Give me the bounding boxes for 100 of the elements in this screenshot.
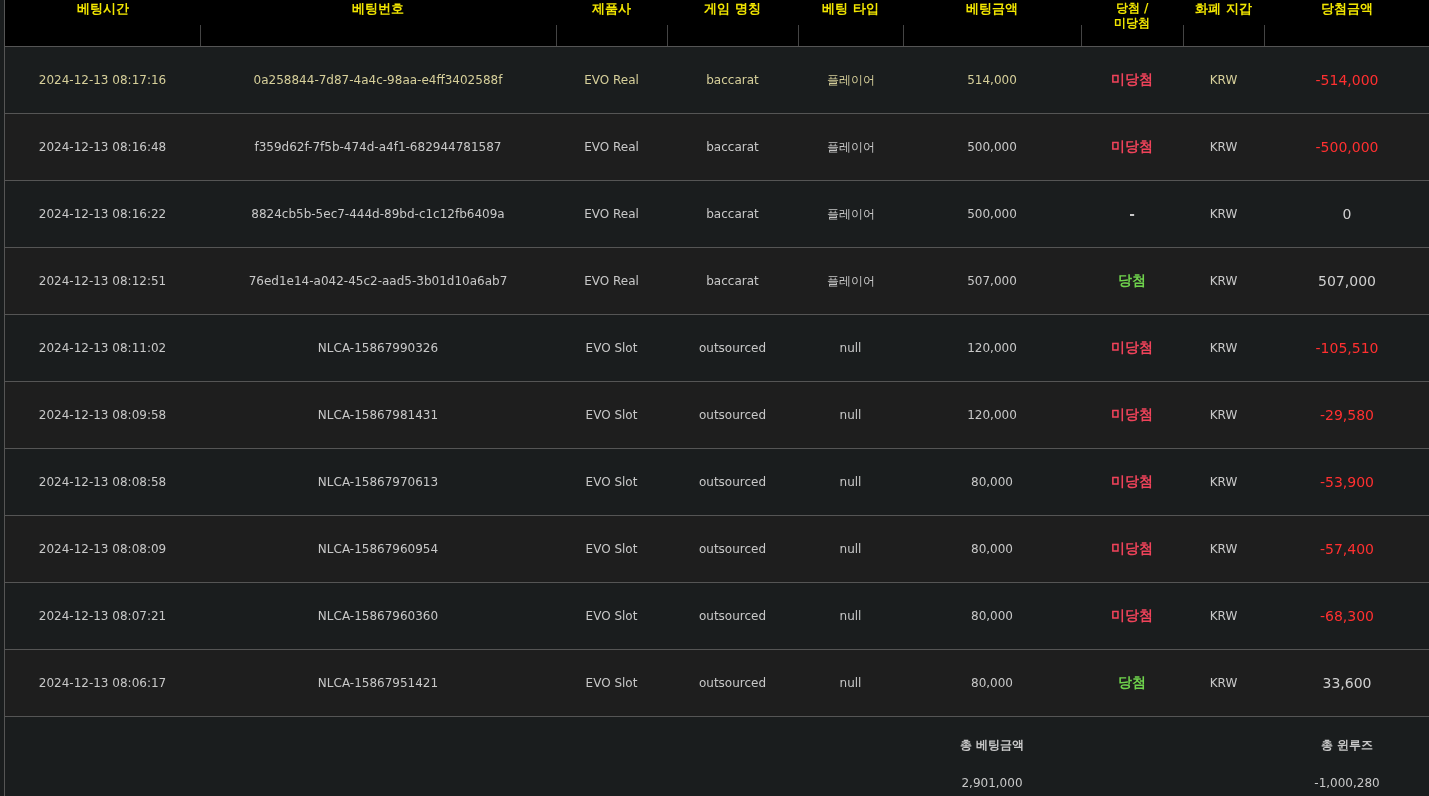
win-amount-cell-text: -29,580 [1318,407,1375,423]
table-cell-text: EVO Slot [584,542,639,556]
win-amount-cell-text: 0 [1341,206,1353,222]
table-cell-text: KRW [1208,341,1239,355]
column-header: 베팅번호 [200,0,556,46]
total-winloss-label: 총 윈루즈 [1319,737,1375,754]
table-row[interactable]: 2024-12-13 08:08:09 NLCA-15867960954 EVO Slot outsourced null 80,000 미당첨 KRW -57,400 [5,516,1429,583]
table-cell-text: 507,000 [966,274,1018,288]
column-header: 베팅금액 [903,0,1081,46]
table-cell-text: 2024-12-13 08:17:16 [37,73,168,87]
table-cell-text: null [838,609,863,623]
table-cell-text: 8824cb5b-5ec7-444d-89bd-c1c12fb6409a [250,207,506,221]
table-cell-text: KRW [1208,609,1239,623]
table-cell-text: KRW [1208,140,1239,154]
table-cell-text: EVO Real [583,207,640,221]
column-header: 베팅시간 [75,0,130,18]
table-row[interactable]: 2024-12-13 08:09:58 NLCA-15867981431 EVO Slot outsourced null 120,000 미당첨 KRW -29,580 [5,382,1429,449]
column-header: 당첨 / 미당첨 [1081,0,1183,46]
win-amount-cell-text: -514,000 [1314,72,1380,88]
table-cell-text: EVO Real [583,73,640,87]
table-cell-text: 500,000 [966,207,1018,221]
table-cell-text: KRW [1208,207,1239,221]
table-row[interactable]: 2024-12-13 08:06:17 NLCA-15867951421 EVO Slot outsourced null 80,000 당첨 KRW 33,600 [5,650,1429,717]
total-bet-label: 총 베팅금액 [958,737,1026,754]
result-cell-text: 미당첨 [1110,473,1154,491]
table-cell-text: NLCA-15867970613 [316,475,440,489]
win-amount-cell-text: -105,510 [1314,340,1380,356]
column-header: 베팅 타입 [798,0,903,46]
table-cell-text: KRW [1208,408,1239,422]
table-cell-text: 80,000 [970,609,1014,623]
table-cell-text: null [838,475,863,489]
table-cell-text: 2024-12-13 08:09:58 [37,408,168,422]
table-cell-text: NLCA-15867990326 [316,341,440,355]
table-cell-text: outsourced [697,341,768,355]
win-amount-cell-text: 33,600 [1321,675,1373,691]
table-cell-text: EVO Real [583,274,640,288]
table-cell-text: NLCA-15867960954 [316,542,440,556]
table-cell-text: 2024-12-13 08:06:17 [37,676,168,690]
table-cell-text: EVO Real [583,140,640,154]
table-cell-text: 2024-12-13 08:12:51 [37,274,168,288]
table-cell-text: 2024-12-13 08:08:58 [37,475,168,489]
table-cell-text: NLCA-15867960360 [316,609,440,623]
table-cell-text: NLCA-15867951421 [316,676,440,690]
table-row[interactable]: 2024-12-13 08:16:48 f359d62f-7f5b-474d-a4f1-682944781587 EVO Real baccarat 플레이어 500,000 미당첨 KRW -500,000 [5,114,1429,181]
table-cell-text: 플레이어 [825,205,876,223]
table-cell-text: 76ed1e14-a042-45c2-aad5-3b01d10a6ab7 [247,274,509,288]
table-cell-text: EVO Slot [584,609,639,623]
table-cell-text: 플레이어 [825,138,876,156]
table-cell-text: baccarat [705,274,760,288]
column-header: 당첨금액 [1264,0,1429,46]
table-cell-text: 0a258844-7d87-4a4c-98aa-e4ff3402588f [252,73,504,87]
table-cell-text: null [838,542,863,556]
table-cell-text: baccarat [705,140,760,154]
result-cell-text: 미당첨 [1110,71,1154,89]
result-cell-text: 당첨 [1117,674,1147,692]
result-cell-text: 미당첨 [1110,406,1154,424]
total-winloss-value: -1,000,280 [1313,776,1381,790]
table-cell-text: null [838,341,863,355]
table-cell-text: 80,000 [970,542,1014,556]
table-cell-text: outsourced [697,542,768,556]
table-cell-text: KRW [1208,542,1239,556]
column-header: 게임 명칭 [667,0,798,46]
table-cell-text: 2024-12-13 08:16:48 [37,140,168,154]
table-cell-text: 2024-12-13 08:08:09 [37,542,168,556]
total-bet-value: 2,901,000 [960,776,1024,790]
table-cell-text: outsourced [697,609,768,623]
table-cell-text: baccarat [705,207,760,221]
table-cell-text: null [838,408,863,422]
win-amount-cell-text: -53,900 [1318,474,1375,490]
table-cell-text: EVO Slot [584,475,639,489]
result-cell-text: 미당첨 [1110,607,1154,625]
table-cell-text: EVO Slot [584,341,639,355]
table-cell-text: 120,000 [966,408,1018,422]
table-cell-text: 120,000 [966,341,1018,355]
table-cell-text: 80,000 [970,475,1014,489]
table-cell-text: KRW [1208,475,1239,489]
result-cell-text: 미당첨 [1110,339,1154,357]
table-cell-text: baccarat [705,73,760,87]
win-amount-cell-text: -68,300 [1318,608,1375,624]
table-cell-text: KRW [1208,73,1239,87]
table-cell-text: outsourced [697,475,768,489]
table-cell-text: 플레이어 [825,272,876,290]
table-cell-text: NLCA-15867981431 [316,408,440,422]
table-cell-text: 2024-12-13 08:16:22 [37,207,168,221]
table-cell-text: EVO Slot [584,676,639,690]
column-header: 제품사 [556,0,667,46]
table-cell-text: null [838,676,863,690]
table-cell-text: 500,000 [966,140,1018,154]
table-cell-text: 플레이어 [825,71,876,89]
result-cell-text: 미당첨 [1110,138,1154,156]
win-amount-cell-text: -500,000 [1314,139,1380,155]
result-cell-text: 당첨 [1117,272,1147,290]
win-amount-cell-text: -57,400 [1318,541,1375,557]
table-cell-text: 2024-12-13 08:07:21 [37,609,168,623]
column-header: 화폐 지갑 [1183,0,1264,46]
table-cell-text: EVO Slot [584,408,639,422]
table-cell-text: KRW [1208,676,1239,690]
win-amount-cell-text: 507,000 [1317,273,1377,289]
table-cell-text: f359d62f-7f5b-474d-a4f1-682944781587 [253,140,503,154]
table-row[interactable]: 2024-12-13 08:12:51 76ed1e14-a042-45c2-aad5-3b01d10a6ab7 EVO Real baccarat 플레이어 507,000 당첨 KRW 507,000 [5,248,1429,315]
